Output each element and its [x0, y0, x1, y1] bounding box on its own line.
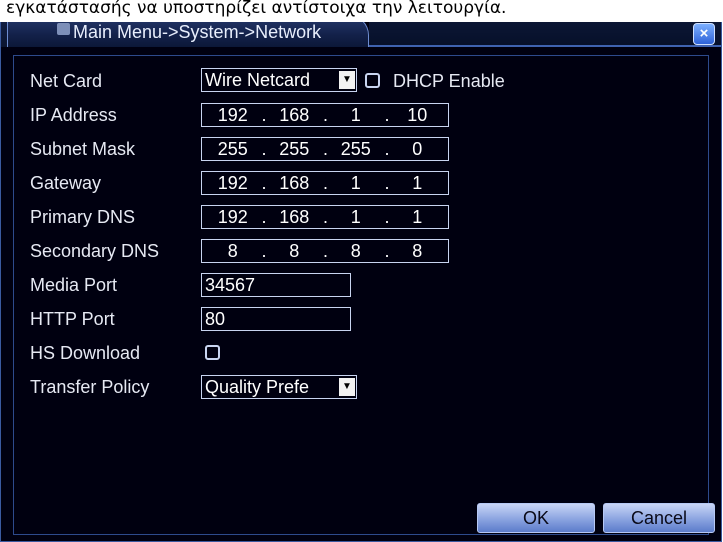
- dropdown-arrow-icon: ▼: [339, 378, 355, 396]
- page-caption: εγκατάστασής να υποστηρίζει αντίστοιχα τ…: [0, 0, 723, 22]
- settings-panel: [13, 55, 709, 535]
- dropdown-arrow-icon: ▼: [339, 71, 355, 89]
- transfer-policy-select[interactable]: Quality Prefe ▼: [201, 375, 357, 399]
- menu-icon: [57, 23, 70, 35]
- secondary-dns-octet[interactable]: 8: [202, 240, 264, 262]
- primary-dns-octet[interactable]: .1: [385, 206, 449, 228]
- ip-address-octet[interactable]: . 168: [262, 104, 326, 126]
- media-port-input[interactable]: 34567: [201, 273, 351, 297]
- ip-address-octet[interactable]: .1: [323, 104, 387, 126]
- gateway-label: Gateway: [30, 173, 102, 193]
- hs-download-label: HS Download: [30, 343, 141, 363]
- subnet-mask-label: Subnet Mask: [30, 139, 136, 159]
- hs-download-checkbox[interactable]: [205, 345, 220, 360]
- secondary-dns-octet[interactable]: .8: [262, 240, 326, 262]
- primary-dns-octet[interactable]: .1: [323, 206, 387, 228]
- primary-dns-octet[interactable]: . 168: [262, 206, 326, 228]
- gateway-octet[interactable]: .1: [323, 172, 387, 194]
- secondary-dns-octet[interactable]: .8: [385, 240, 449, 262]
- net-card-value: Wire Netcard: [205, 70, 311, 90]
- ok-button[interactable]: OK: [477, 503, 595, 533]
- net-card-select[interactable]: Wire Netcard ▼: [201, 68, 357, 92]
- secondary-dns-field[interactable]: 8 .8 .8 .8: [201, 239, 449, 263]
- ip-address-octet[interactable]: . 10: [385, 104, 449, 126]
- primary-dns-field[interactable]: 192 . 168 .1 .1: [201, 205, 449, 229]
- gateway-octet[interactable]: .1: [385, 172, 449, 194]
- transfer-policy-label: Transfer Policy: [30, 377, 150, 397]
- transfer-policy-value: Quality Prefe: [205, 377, 310, 397]
- close-button[interactable]: ×: [693, 23, 715, 45]
- network-settings-window: Main Menu->System->Network × Net Card Wi…: [0, 10, 722, 542]
- secondary-dns-label: Secondary DNS: [30, 241, 160, 261]
- http-port-label: HTTP Port: [30, 309, 115, 329]
- ip-address-field[interactable]: 192 . 168 .1 . 10: [201, 103, 449, 127]
- primary-dns-octet[interactable]: 192: [202, 206, 264, 228]
- gateway-octet[interactable]: 192: [202, 172, 264, 194]
- gateway-octet[interactable]: . 168: [262, 172, 326, 194]
- subnet-mask-field[interactable]: 255 . 255 . 255 .0: [201, 137, 449, 161]
- window-title: Main Menu->System->Network: [73, 22, 322, 42]
- gateway-field[interactable]: 192 . 168 .1 .1: [201, 171, 449, 195]
- dhcp-enable-label: DHCP Enable: [393, 71, 505, 91]
- cancel-button[interactable]: Cancel: [603, 503, 715, 533]
- secondary-dns-octet[interactable]: .8: [323, 240, 387, 262]
- ip-address-octet[interactable]: 192: [202, 104, 264, 126]
- subnet-mask-octet[interactable]: . 255: [323, 138, 387, 160]
- subnet-mask-octet[interactable]: .0: [385, 138, 449, 160]
- dhcp-enable-checkbox[interactable]: [365, 73, 380, 88]
- subnet-mask-octet[interactable]: 255: [202, 138, 264, 160]
- net-card-label: Net Card: [30, 71, 103, 91]
- media-port-label: Media Port: [30, 275, 118, 295]
- ip-address-label: IP Address: [30, 105, 117, 125]
- http-port-input[interactable]: 80: [201, 307, 351, 331]
- subnet-mask-octet[interactable]: . 255: [262, 138, 326, 160]
- primary-dns-label: Primary DNS: [30, 207, 136, 227]
